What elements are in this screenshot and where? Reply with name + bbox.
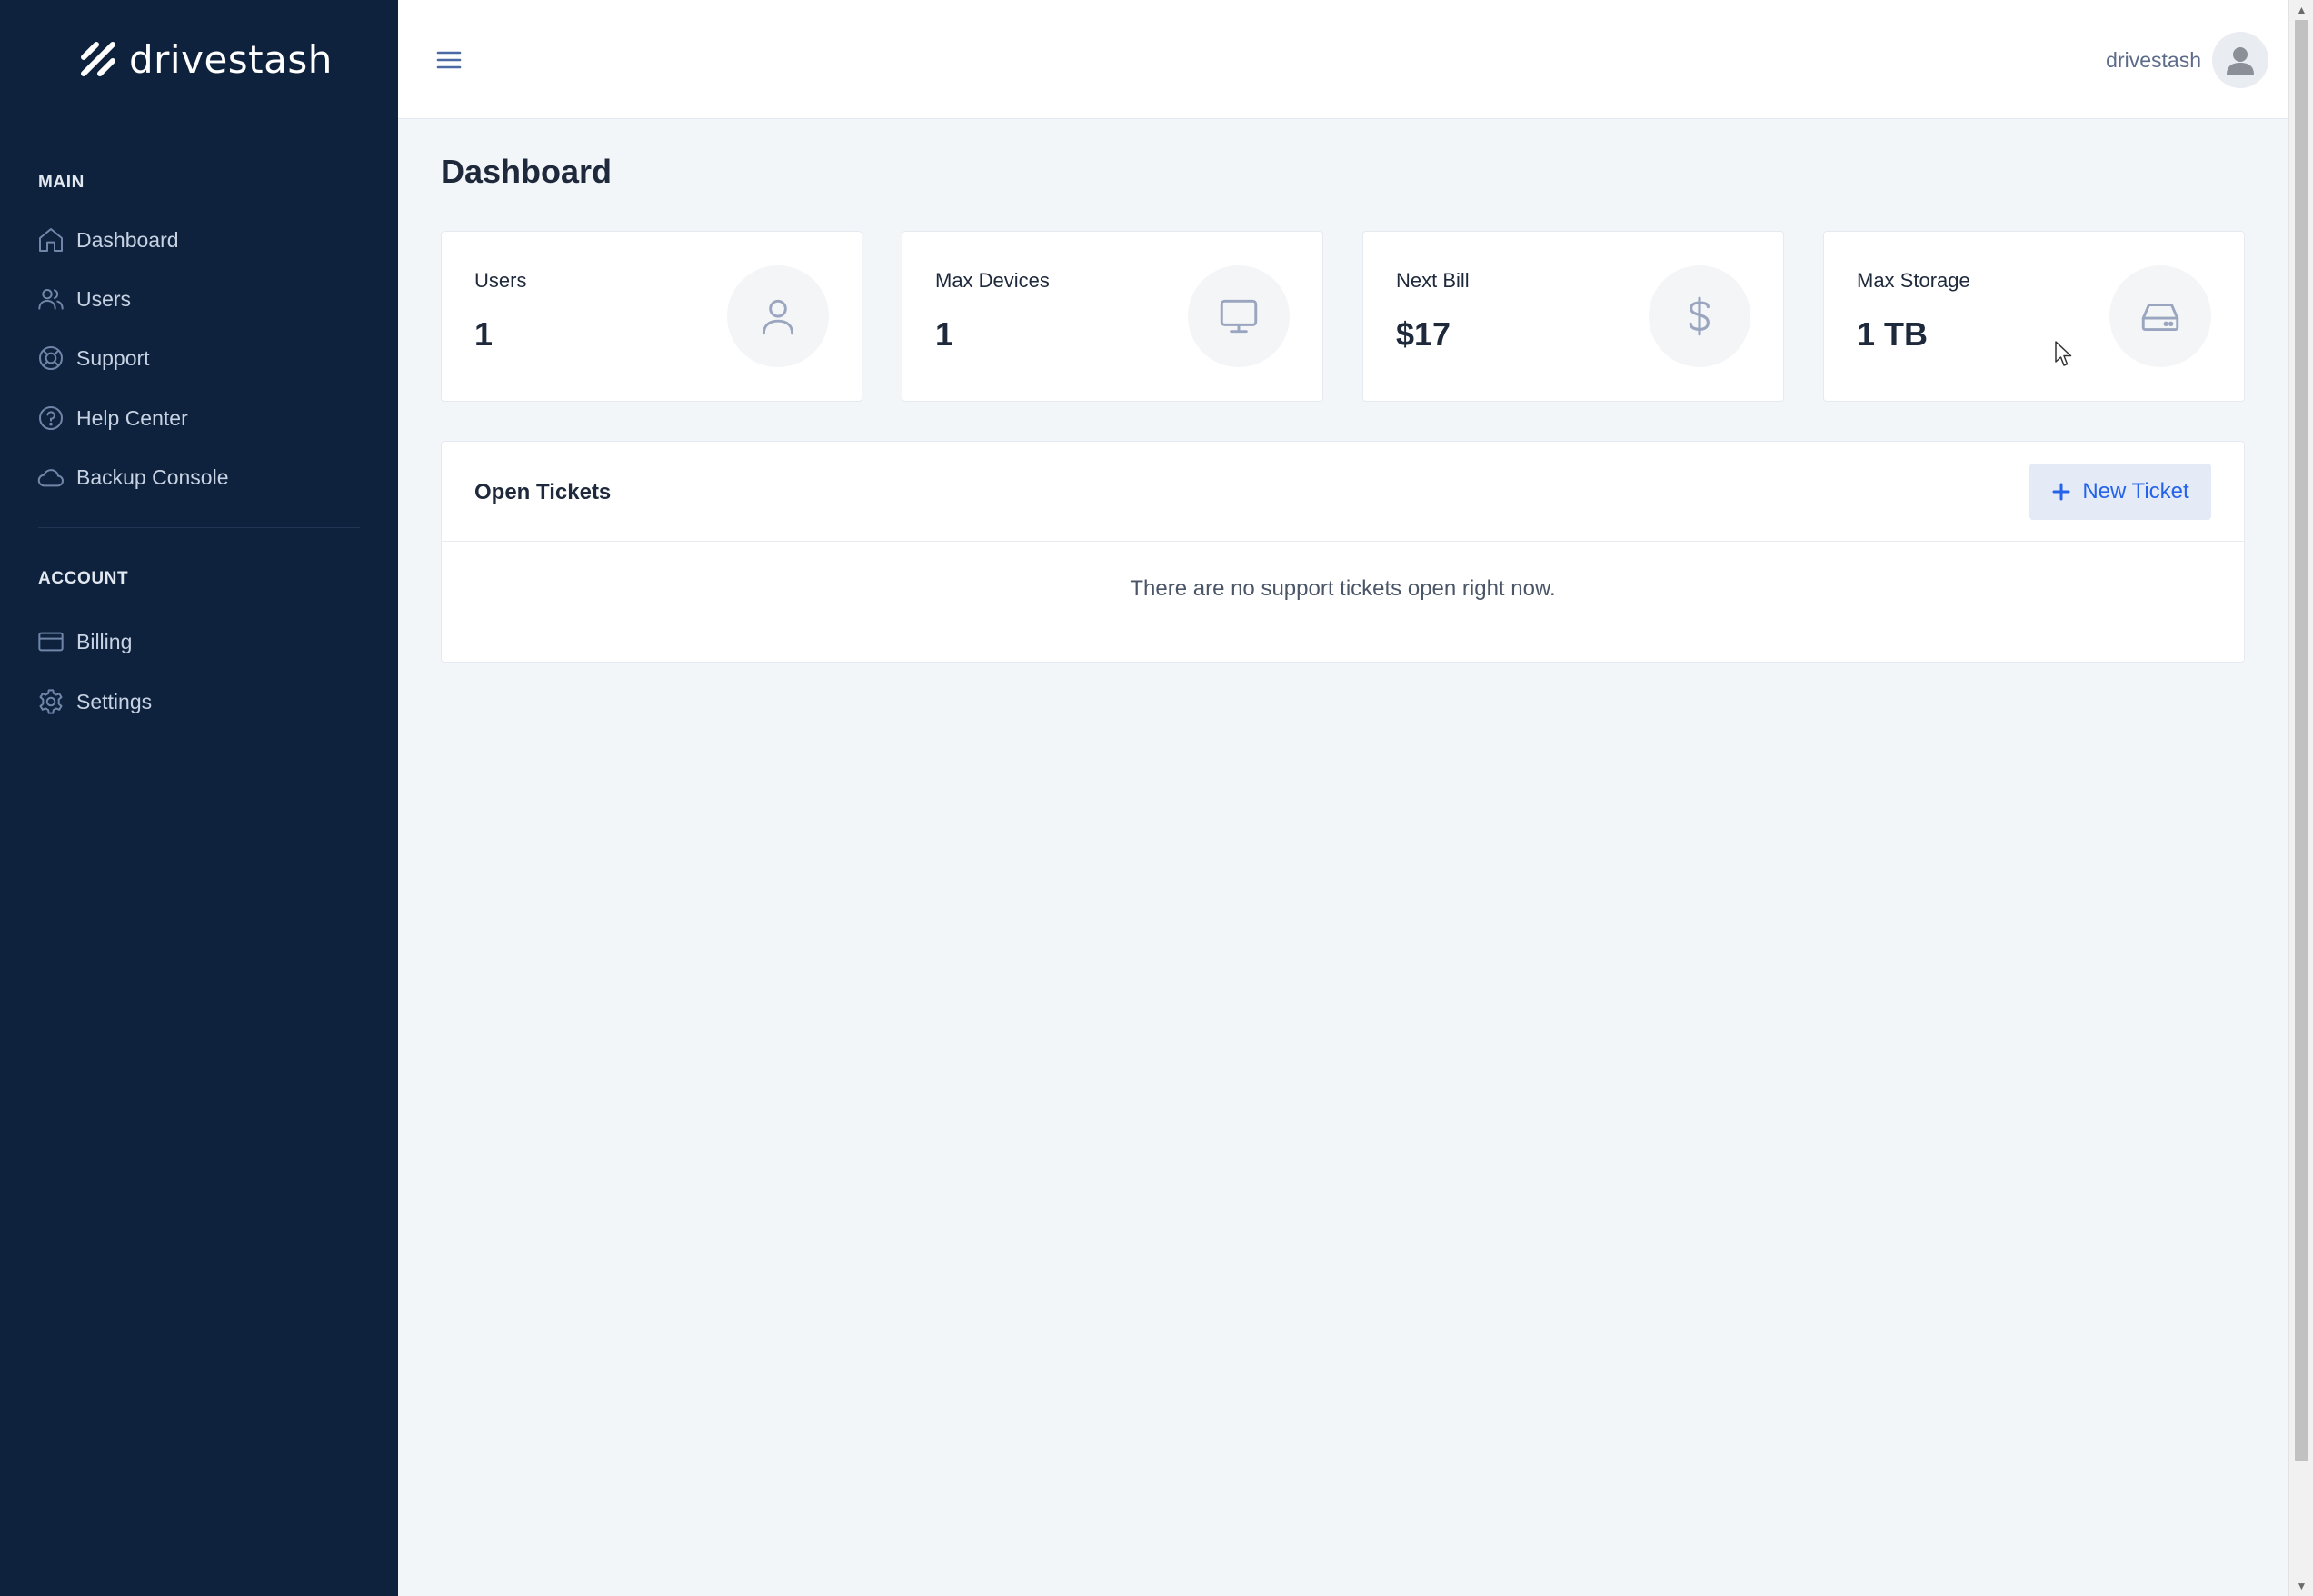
sidebar-item-label: Dashboard [76, 227, 179, 252]
monitor-icon [1220, 299, 1258, 334]
new-ticket-button[interactable]: New Ticket [2029, 464, 2211, 520]
sidebar-item-settings[interactable]: Settings [36, 680, 364, 723]
stat-label: Users [474, 269, 527, 292]
sidebar-item-label: Billing [76, 629, 133, 653]
stat-card-max-storage: Max Storage 1 TB [1823, 231, 2245, 402]
sidebar-item-help-center[interactable]: Help Center [36, 396, 364, 440]
stat-label: Max Storage [1857, 269, 1970, 292]
tickets-header: Open Tickets New Ticket [442, 442, 2244, 542]
scroll-down-arrow-icon[interactable]: ▼ [2289, 1576, 2313, 1596]
tickets-empty-message: There are no support tickets open right … [1130, 576, 1556, 601]
nav-heading-main: MAIN [38, 173, 85, 192]
stat-card-next-bill: Next Bill $17 [1362, 231, 1784, 402]
new-ticket-label: New Ticket [2082, 479, 2189, 504]
stat-value: 1 [935, 315, 954, 353]
stat-icon-wrapper [2109, 265, 2211, 367]
sidebar-item-label: Help Center [76, 405, 188, 430]
stat-card-users: Users 1 [441, 231, 862, 402]
user-icon [762, 299, 794, 335]
plus-icon [2052, 483, 2070, 501]
page-title: Dashboard [441, 153, 613, 190]
sidebar-item-label: Users [76, 286, 132, 311]
scroll-up-arrow-icon[interactable]: ▲ [2289, 0, 2313, 20]
scroll-thumb[interactable] [2295, 20, 2308, 1461]
sidebar-item-label: Support [76, 345, 150, 370]
sidebar-item-dashboard[interactable]: Dashboard [36, 218, 364, 262]
top-bar: drivestash [398, 0, 2288, 119]
stat-card-max-devices: Max Devices 1 [902, 231, 1323, 402]
question-circle-icon [39, 406, 63, 430]
sidebar-divider [38, 527, 360, 528]
stat-icon-wrapper [1649, 265, 1750, 367]
hamburger-menu-icon[interactable] [431, 42, 467, 78]
stat-value: $17 [1396, 315, 1451, 353]
stat-value: 1 [474, 315, 494, 353]
brand-name: drivestash [129, 36, 333, 82]
avatar [2212, 32, 2268, 88]
sidebar-item-users[interactable]: Users [36, 277, 364, 321]
user-menu[interactable]: drivestash [2106, 32, 2268, 88]
stat-label: Max Devices [935, 269, 1050, 292]
brand-logo[interactable]: drivestash [78, 36, 333, 82]
user-avatar-icon [2227, 47, 2254, 75]
sidebar-item-label: Backup Console [76, 464, 229, 489]
stat-icon-wrapper [727, 265, 829, 367]
lifebuoy-icon [39, 346, 63, 370]
dollar-icon [1689, 296, 1710, 336]
vertical-scrollbar[interactable]: ▲ ▼ [2288, 0, 2313, 1596]
username: drivestash [2106, 47, 2201, 72]
sidebar-item-support[interactable]: Support [36, 336, 364, 380]
hard-drive-icon [2141, 304, 2179, 332]
credit-card-icon [38, 632, 64, 652]
tickets-title: Open Tickets [474, 480, 612, 504]
stat-icon-wrapper [1188, 265, 1290, 367]
open-tickets-panel: Open Tickets New Ticket There are no sup… [441, 441, 2245, 663]
sidebar-item-billing[interactable]: Billing [36, 620, 364, 663]
sidebar-item-backup-console[interactable]: Backup Console [36, 455, 364, 499]
nav-heading-account: ACCOUNT [38, 569, 129, 588]
users-icon [38, 289, 64, 310]
sidebar: drivestash MAIN Dashboard Users Support [0, 0, 398, 1596]
sidebar-item-label: Settings [76, 689, 153, 713]
cloud-icon [37, 469, 64, 487]
gear-icon [39, 689, 63, 714]
stat-label: Next Bill [1396, 269, 1470, 292]
mouse-cursor-icon [2055, 341, 2072, 366]
stat-value: 1 TB [1857, 315, 1929, 353]
home-icon [39, 228, 63, 252]
drivestash-logo-icon [81, 42, 115, 76]
